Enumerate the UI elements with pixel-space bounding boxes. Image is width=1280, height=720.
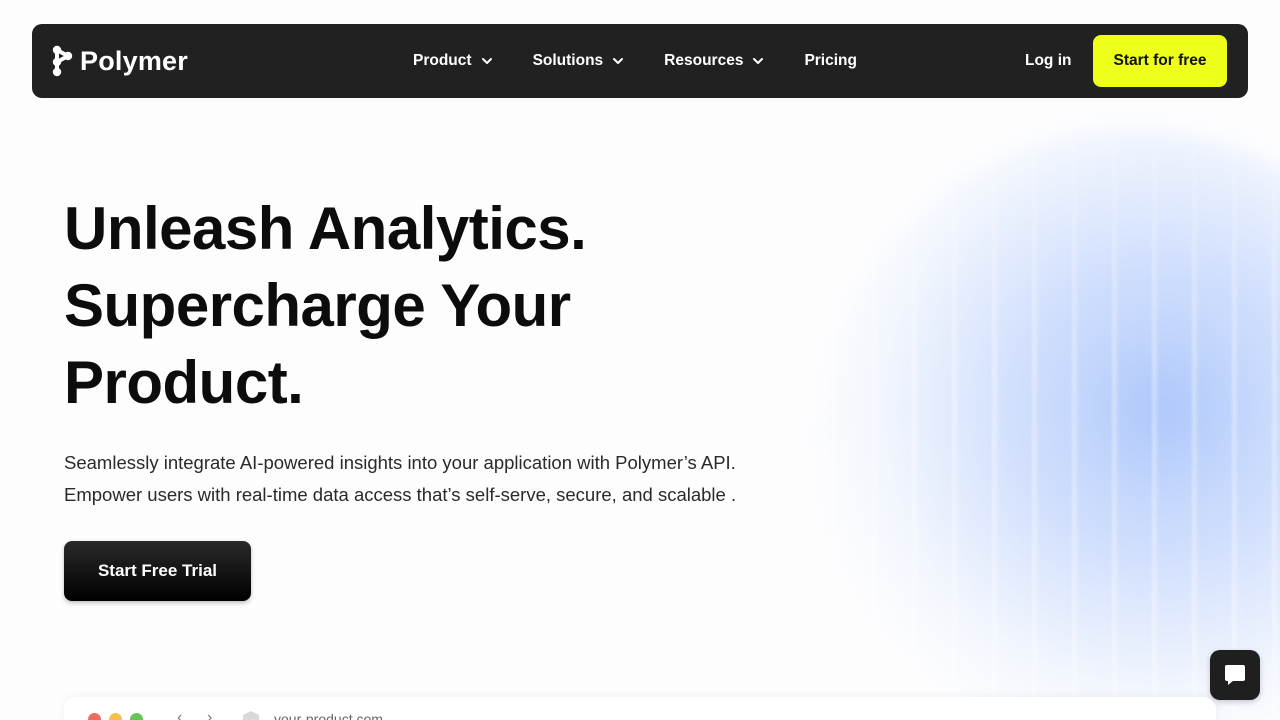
chevron-down-icon bbox=[481, 58, 492, 64]
glow-stripes bbox=[760, 100, 1280, 720]
hero-subtitle-line: Seamlessly integrate AI-powered insights… bbox=[64, 452, 736, 473]
hero-section: Unleash Analytics. Supercharge Your Prod… bbox=[64, 190, 684, 421]
hero-subtitle: Seamlessly integrate AI-powered insights… bbox=[64, 447, 864, 511]
login-link[interactable]: Log in bbox=[1025, 24, 1072, 98]
window-minimize-dot bbox=[109, 713, 122, 720]
start-for-free-button[interactable]: Start for free bbox=[1093, 35, 1227, 87]
nav-item-solutions[interactable]: Solutions bbox=[533, 52, 625, 70]
brand-logo[interactable]: Polymer bbox=[52, 45, 188, 77]
nav-item-label: Pricing bbox=[804, 52, 857, 69]
nav-item-pricing[interactable]: Pricing bbox=[804, 52, 857, 70]
chat-bubble-icon bbox=[1225, 665, 1245, 685]
main-nav: Product Solutions Resources Pricing bbox=[413, 24, 857, 98]
polymer-logo-icon bbox=[52, 45, 73, 77]
nav-item-product[interactable]: Product bbox=[413, 52, 493, 70]
shield-icon bbox=[243, 711, 259, 720]
chevron-down-icon bbox=[613, 58, 624, 64]
hero-title-line: Product. bbox=[64, 349, 304, 416]
chat-widget-button[interactable] bbox=[1210, 650, 1260, 700]
hero-title-line: Supercharge Your bbox=[64, 272, 571, 339]
browser-mockup: ‹ › your-product.com bbox=[64, 697, 1216, 720]
hero-title: Unleash Analytics. Supercharge Your Prod… bbox=[64, 190, 684, 421]
chevron-down-icon bbox=[753, 58, 764, 64]
start-free-trial-button[interactable]: Start Free Trial bbox=[64, 541, 251, 601]
nav-item-label: Solutions bbox=[532, 52, 604, 69]
nav-item-resources[interactable]: Resources bbox=[664, 52, 764, 70]
hero-title-line: Unleash Analytics. bbox=[64, 195, 587, 262]
window-close-dot bbox=[88, 713, 101, 720]
brand-name: Polymer bbox=[80, 45, 188, 76]
hero-subtitle-line: Empower users with real-time data access… bbox=[64, 484, 737, 505]
nav-item-label: Product bbox=[413, 52, 472, 69]
top-navbar: Polymer Product Solutions Resources Pric… bbox=[32, 24, 1248, 98]
nav-item-label: Resources bbox=[664, 52, 744, 69]
browser-url: your-product.com bbox=[274, 711, 383, 720]
arrow-right-icon: › bbox=[207, 709, 213, 720]
arrow-left-icon: ‹ bbox=[177, 709, 183, 720]
window-maximize-dot bbox=[130, 713, 143, 720]
